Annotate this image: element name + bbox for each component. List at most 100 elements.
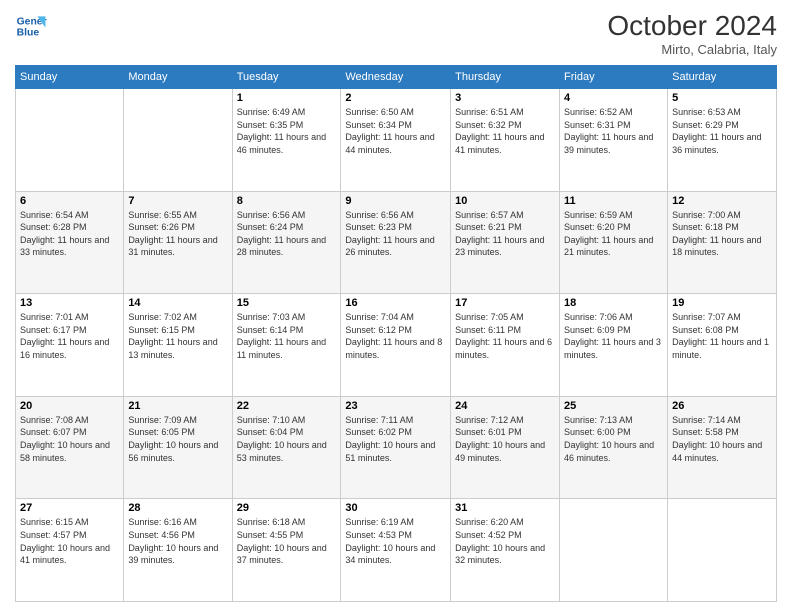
calendar-cell: 8 Sunrise: 6:56 AMSunset: 6:24 PMDaylight… — [232, 191, 341, 294]
week-row-2: 6 Sunrise: 6:54 AMSunset: 6:28 PMDaylight… — [16, 191, 777, 294]
day-info: Sunrise: 6:57 AMSunset: 6:21 PMDaylight:… — [455, 209, 555, 259]
day-info: Sunrise: 6:52 AMSunset: 6:31 PMDaylight:… — [564, 106, 663, 156]
day-info: Sunrise: 7:05 AMSunset: 6:11 PMDaylight:… — [455, 311, 555, 361]
day-number: 13 — [20, 297, 119, 309]
day-number: 1 — [237, 92, 337, 104]
calendar-cell: 19Sunrise: 7:07 AMSunset: 6:08 PMDayligh… — [668, 294, 777, 397]
calendar-table: SundayMondayTuesdayWednesdayThursdayFrid… — [15, 65, 777, 602]
day-number: 23 — [345, 400, 446, 412]
day-info: Sunrise: 7:08 AMSunset: 6:07 PMDaylight:… — [20, 414, 119, 464]
day-info: Sunrise: 7:03 AMSunset: 6:14 PMDaylight:… — [237, 311, 337, 361]
day-number: 11 — [564, 195, 663, 207]
day-number: 20 — [20, 400, 119, 412]
day-info: Sunrise: 7:12 AMSunset: 6:01 PMDaylight:… — [455, 414, 555, 464]
day-number: 5 — [672, 92, 772, 104]
title-block: October 2024 Mirto, Calabria, Italy — [607, 10, 777, 57]
day-info: Sunrise: 6:51 AMSunset: 6:32 PMDaylight:… — [455, 106, 555, 156]
day-number: 24 — [455, 400, 555, 412]
day-number: 4 — [564, 92, 663, 104]
calendar-cell: 9Sunrise: 6:56 AMSunset: 6:23 PMDaylight… — [341, 191, 451, 294]
day-number: 22 — [237, 400, 337, 412]
day-number: 30 — [345, 502, 446, 514]
weekday-header-monday: Monday — [124, 66, 232, 89]
calendar-cell: 4 Sunrise: 6:52 AMSunset: 6:31 PMDaylight… — [560, 89, 668, 192]
calendar-cell: 3 Sunrise: 6:51 AMSunset: 6:32 PMDaylight… — [451, 89, 560, 192]
calendar-cell: 1 Sunrise: 6:49 AMSunset: 6:35 PMDaylight… — [232, 89, 341, 192]
calendar-cell: 29Sunrise: 6:18 AMSunset: 4:55 PMDayligh… — [232, 499, 341, 602]
day-number: 26 — [672, 400, 772, 412]
day-number: 6 — [20, 195, 119, 207]
day-info: Sunrise: 6:49 AMSunset: 6:35 PMDaylight:… — [237, 106, 337, 156]
day-info: Sunrise: 7:07 AMSunset: 6:08 PMDaylight:… — [672, 311, 772, 361]
day-number: 12 — [672, 195, 772, 207]
day-number: 8 — [237, 195, 337, 207]
day-number: 16 — [345, 297, 446, 309]
calendar-cell: 16 Sunrise: 7:04 AMSunset: 6:12 PMDayligh… — [341, 294, 451, 397]
calendar-cell: 7Sunrise: 6:55 AMSunset: 6:26 PMDaylight… — [124, 191, 232, 294]
day-number: 18 — [564, 297, 663, 309]
calendar-cell: 31 Sunrise: 6:20 AMSunset: 4:52 PMDayligh… — [451, 499, 560, 602]
day-number: 21 — [128, 400, 227, 412]
day-number: 15 — [237, 297, 337, 309]
day-info: Sunrise: 6:15 AMSunset: 4:57 PMDaylight:… — [20, 516, 119, 566]
calendar-cell: 21 Sunrise: 7:09 AMSunset: 6:05 PMDayligh… — [124, 396, 232, 499]
day-info: Sunrise: 7:04 AMSunset: 6:12 PMDaylight:… — [345, 311, 446, 361]
weekday-header-tuesday: Tuesday — [232, 66, 341, 89]
svg-text:Blue: Blue — [17, 28, 40, 39]
calendar-cell: 26Sunrise: 7:14 AMSunset: 5:58 PMDayligh… — [668, 396, 777, 499]
calendar-cell: 5 Sunrise: 6:53 AMSunset: 6:29 PMDaylight… — [668, 89, 777, 192]
calendar-cell — [668, 499, 777, 602]
day-number: 29 — [237, 502, 337, 514]
day-info: Sunrise: 7:13 AMSunset: 6:00 PMDaylight:… — [564, 414, 663, 464]
logo: General Blue — [15, 10, 47, 42]
day-info: Sunrise: 6:56 AMSunset: 6:24 PMDaylight:… — [237, 209, 337, 259]
calendar-cell — [16, 89, 124, 192]
calendar-cell: 14 Sunrise: 7:02 AMSunset: 6:15 PMDayligh… — [124, 294, 232, 397]
calendar-cell: 22Sunrise: 7:10 AMSunset: 6:04 PMDayligh… — [232, 396, 341, 499]
day-number: 2 — [345, 92, 446, 104]
day-info: Sunrise: 6:53 AMSunset: 6:29 PMDaylight:… — [672, 106, 772, 156]
weekday-header-row: SundayMondayTuesdayWednesdayThursdayFrid… — [16, 66, 777, 89]
day-number: 28 — [128, 502, 227, 514]
calendar-page: General Blue October 2024 Mirto, Calabri… — [0, 0, 792, 612]
calendar-cell: 10 Sunrise: 6:57 AMSunset: 6:21 PMDayligh… — [451, 191, 560, 294]
calendar-cell: 18Sunrise: 7:06 AMSunset: 6:09 PMDayligh… — [560, 294, 668, 397]
calendar-cell: 23Sunrise: 7:11 AMSunset: 6:02 PMDayligh… — [341, 396, 451, 499]
header: General Blue October 2024 Mirto, Calabri… — [15, 10, 777, 57]
calendar-cell: 25 Sunrise: 7:13 AMSunset: 6:00 PMDayligh… — [560, 396, 668, 499]
calendar-cell: 6 Sunrise: 6:54 AMSunset: 6:28 PMDaylight… — [16, 191, 124, 294]
calendar-cell: 24 Sunrise: 7:12 AMSunset: 6:01 PMDayligh… — [451, 396, 560, 499]
weekday-header-friday: Friday — [560, 66, 668, 89]
day-info: Sunrise: 7:00 AMSunset: 6:18 PMDaylight:… — [672, 209, 772, 259]
day-number: 31 — [455, 502, 555, 514]
month-title: October 2024 — [607, 10, 777, 42]
day-number: 14 — [128, 297, 227, 309]
calendar-cell: 30 Sunrise: 6:19 AMSunset: 4:53 PMDayligh… — [341, 499, 451, 602]
calendar-cell: 15 Sunrise: 7:03 AMSunset: 6:14 PMDayligh… — [232, 294, 341, 397]
calendar-cell: 13Sunrise: 7:01 AMSunset: 6:17 PMDayligh… — [16, 294, 124, 397]
calendar-cell: 12 Sunrise: 7:00 AMSunset: 6:18 PMDayligh… — [668, 191, 777, 294]
day-info: Sunrise: 6:16 AMSunset: 4:56 PMDaylight:… — [128, 516, 227, 566]
week-row-3: 13Sunrise: 7:01 AMSunset: 6:17 PMDayligh… — [16, 294, 777, 397]
day-number: 3 — [455, 92, 555, 104]
week-row-1: 1 Sunrise: 6:49 AMSunset: 6:35 PMDaylight… — [16, 89, 777, 192]
calendar-cell — [560, 499, 668, 602]
week-row-4: 20 Sunrise: 7:08 AMSunset: 6:07 PMDayligh… — [16, 396, 777, 499]
calendar-cell: 11 Sunrise: 6:59 AMSunset: 6:20 PMDayligh… — [560, 191, 668, 294]
day-info: Sunrise: 6:54 AMSunset: 6:28 PMDaylight:… — [20, 209, 119, 259]
day-info: Sunrise: 6:59 AMSunset: 6:20 PMDaylight:… — [564, 209, 663, 259]
calendar-cell: 28 Sunrise: 6:16 AMSunset: 4:56 PMDayligh… — [124, 499, 232, 602]
calendar-cell — [124, 89, 232, 192]
day-info: Sunrise: 6:19 AMSunset: 4:53 PMDaylight:… — [345, 516, 446, 566]
weekday-header-sunday: Sunday — [16, 66, 124, 89]
weekday-header-thursday: Thursday — [451, 66, 560, 89]
day-number: 17 — [455, 297, 555, 309]
week-row-5: 27Sunrise: 6:15 AMSunset: 4:57 PMDayligh… — [16, 499, 777, 602]
day-info: Sunrise: 7:02 AMSunset: 6:15 PMDaylight:… — [128, 311, 227, 361]
day-info: Sunrise: 6:20 AMSunset: 4:52 PMDaylight:… — [455, 516, 555, 566]
day-number: 9 — [345, 195, 446, 207]
day-number: 25 — [564, 400, 663, 412]
weekday-header-wednesday: Wednesday — [341, 66, 451, 89]
day-number: 10 — [455, 195, 555, 207]
day-info: Sunrise: 7:09 AMSunset: 6:05 PMDaylight:… — [128, 414, 227, 464]
